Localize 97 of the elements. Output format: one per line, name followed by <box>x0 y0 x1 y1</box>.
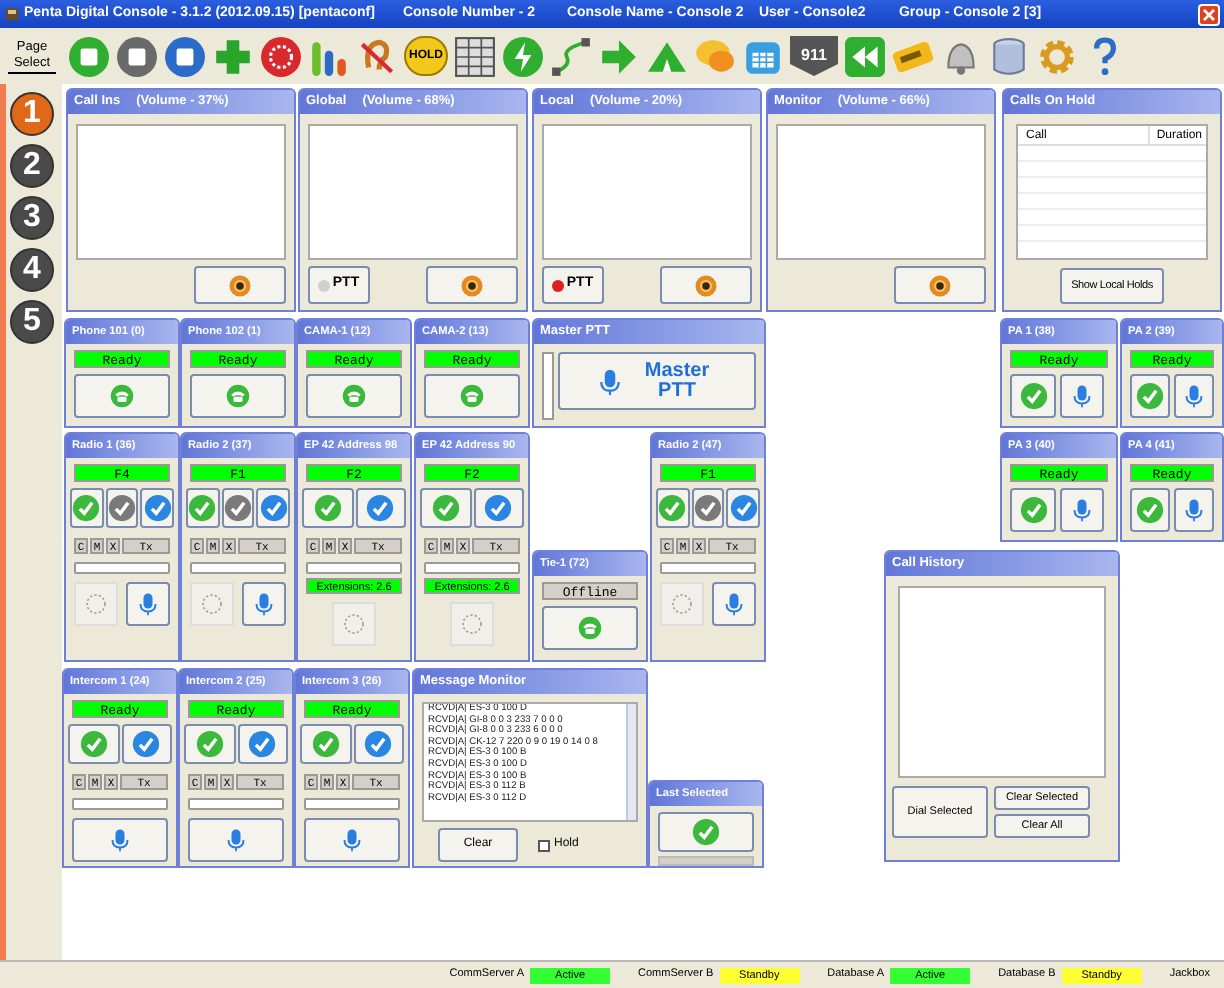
phone-icon <box>460 384 484 408</box>
microphone-icon <box>1182 498 1207 522</box>
microphone-icon <box>1070 384 1094 408</box>
close-icon <box>1202 7 1216 21</box>
check-icon <box>692 818 720 846</box>
dial-icon <box>200 592 224 616</box>
phone-icon <box>110 384 134 408</box>
burst-icon[interactable] <box>260 35 302 77</box>
check-button[interactable] <box>121 724 172 764</box>
speaker-icon <box>460 273 484 297</box>
lightning-icon[interactable] <box>502 35 544 77</box>
phone-button[interactable] <box>74 374 170 418</box>
page-button[interactable]: 4 <box>10 248 54 292</box>
mic-button[interactable] <box>1060 488 1104 532</box>
microphone-icon <box>1182 384 1207 408</box>
dial-icon <box>342 612 366 636</box>
keypad-icon[interactable] <box>454 35 496 77</box>
dial-icon <box>84 592 108 616</box>
master-ptt-button[interactable]: Master PTT <box>558 352 756 410</box>
check-button[interactable] <box>256 488 291 528</box>
app-icon <box>4 6 20 22</box>
check-button[interactable] <box>70 488 104 528</box>
check-button[interactable] <box>726 488 761 528</box>
close-button[interactable] <box>1198 3 1220 25</box>
last-selected-button[interactable] <box>658 812 754 852</box>
mic-button[interactable] <box>72 818 168 862</box>
chat-bubble-icon[interactable] <box>694 35 736 77</box>
check-button[interactable] <box>105 488 139 528</box>
page-button[interactable]: 5 <box>10 300 54 344</box>
check-button[interactable] <box>691 488 725 528</box>
check-icon <box>1136 382 1165 410</box>
level-meter <box>542 352 554 420</box>
mic-button[interactable] <box>126 582 170 626</box>
database-icon[interactable] <box>988 35 1030 77</box>
dial-icon <box>670 592 694 616</box>
speaker-button[interactable] <box>194 266 286 304</box>
stop-icon[interactable] <box>68 35 110 77</box>
microphone-icon <box>252 590 276 618</box>
page-button[interactable]: 3 <box>10 196 54 240</box>
dial-icon <box>460 612 484 636</box>
check-button[interactable] <box>656 488 690 528</box>
phone-button[interactable] <box>306 374 402 418</box>
stop-icon[interactable] <box>164 35 206 77</box>
settings-icon[interactable] <box>1036 35 1078 77</box>
check-icon <box>1136 496 1165 524</box>
check-button[interactable] <box>355 488 406 528</box>
mic-button[interactable] <box>304 818 400 862</box>
speaker-button[interactable] <box>894 266 986 304</box>
check-button[interactable] <box>237 724 288 764</box>
cable-icon[interactable] <box>550 35 592 77</box>
page-button[interactable]: 2 <box>10 144 54 188</box>
mic-button[interactable] <box>1060 374 1104 418</box>
speaker-button[interactable] <box>660 266 752 304</box>
microphone-icon <box>722 590 746 618</box>
check-button[interactable] <box>302 488 353 528</box>
emergency-button[interactable]: 911 <box>790 36 838 76</box>
check-button[interactable] <box>68 724 119 764</box>
speaker-icon <box>694 273 718 297</box>
plus-icon[interactable] <box>212 35 254 77</box>
phone-button[interactable] <box>190 374 286 418</box>
mic-button[interactable] <box>712 582 756 626</box>
check-button[interactable] <box>1010 488 1056 532</box>
microphone-icon <box>136 590 160 618</box>
phone-icon <box>578 616 602 640</box>
scrollbar <box>626 704 636 820</box>
mic-button[interactable] <box>188 818 284 862</box>
mic-button[interactable] <box>1174 488 1214 532</box>
speaker-icon <box>928 273 952 297</box>
phone-icon <box>342 384 366 408</box>
check-button[interactable] <box>1130 374 1171 418</box>
microphone-icon <box>340 826 364 854</box>
phone-button[interactable] <box>424 374 520 418</box>
speaker-icon <box>228 273 252 297</box>
check-button[interactable] <box>420 488 471 528</box>
check-button[interactable] <box>186 488 220 528</box>
check-button[interactable] <box>140 488 175 528</box>
ear-muted-icon[interactable] <box>356 35 398 77</box>
microphone-icon <box>108 826 132 854</box>
check-button[interactable] <box>221 488 255 528</box>
check-button[interactable] <box>353 724 404 764</box>
phone-icon <box>226 384 250 408</box>
mic-button[interactable] <box>1174 374 1214 418</box>
microphone-icon <box>1070 498 1094 522</box>
check-button[interactable] <box>1010 374 1056 418</box>
check-button[interactable] <box>184 724 235 764</box>
stop-icon[interactable] <box>116 35 158 77</box>
rewind-icon[interactable] <box>844 35 886 77</box>
hold-checkbox[interactable] <box>538 839 550 851</box>
check-icon <box>1019 496 1047 524</box>
check-icon <box>1019 382 1047 410</box>
check-button[interactable] <box>300 724 351 764</box>
microphone-icon <box>224 826 248 854</box>
check-button[interactable] <box>1130 488 1171 532</box>
phone-button[interactable] <box>542 606 638 650</box>
check-button[interactable] <box>473 488 524 528</box>
mic-button[interactable] <box>242 582 286 626</box>
speaker-button[interactable] <box>426 266 518 304</box>
